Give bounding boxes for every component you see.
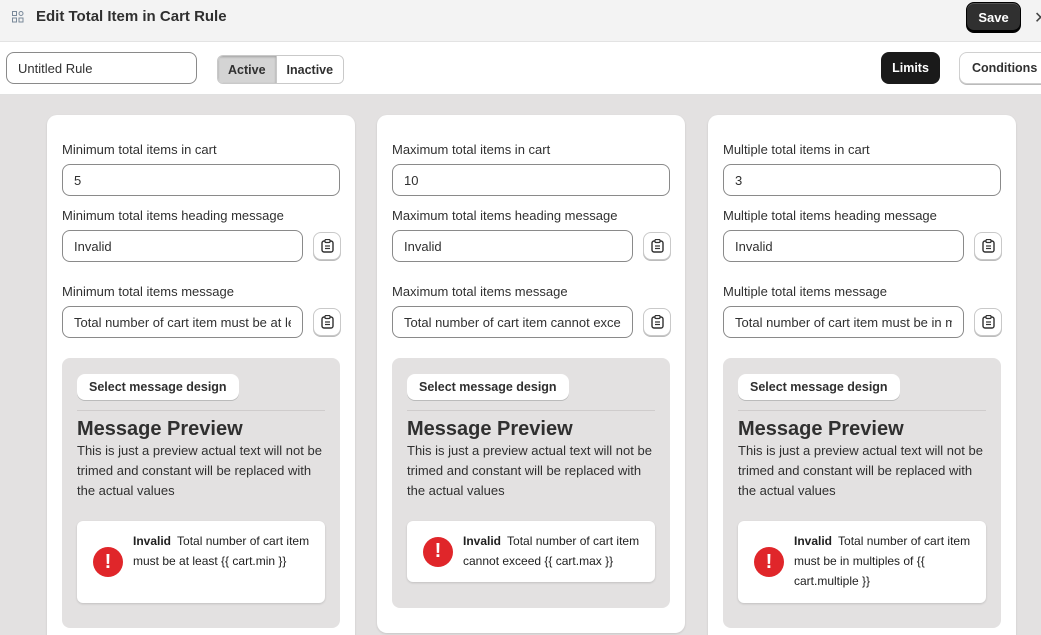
max-value-label: Maximum total items in cart <box>392 142 551 157</box>
error-circle-icon: ! <box>93 547 123 577</box>
message-preview-panel: Select message design Message Preview Th… <box>62 358 340 628</box>
top-bar: Edit Total Item in Cart Rule Save ✕ <box>0 0 1041 42</box>
multiple-heading-label: Multiple total items heading message <box>723 208 937 223</box>
max-message-label: Maximum total items message <box>392 284 568 299</box>
preview-message-box: ! Invalid Total number of cart item must … <box>738 521 986 603</box>
error-circle-icon: ! <box>423 536 453 567</box>
clipboard-icon <box>981 315 995 329</box>
max-heading-label: Maximum total items heading message <box>392 208 618 223</box>
clipboard-icon <box>981 239 995 253</box>
preview-message-heading: Invalid <box>794 534 833 548</box>
multiple-message-copy-button[interactable] <box>974 308 1002 336</box>
preview-title: Message Preview <box>738 418 904 440</box>
max-message-copy-button[interactable] <box>643 308 671 336</box>
save-button[interactable]: Save <box>966 2 1021 33</box>
message-preview-panel: Select message design Message Preview Th… <box>723 358 1001 628</box>
multiple-limit-card: Multiple total items in cart Multiple to… <box>708 115 1016 635</box>
preview-message-box: ! Invalid Total number of cart item must … <box>77 521 325 603</box>
min-heading-copy-button[interactable] <box>313 232 341 260</box>
max-value-input[interactable] <box>392 164 670 196</box>
clipboard-icon <box>650 239 664 253</box>
max-heading-input[interactable] <box>392 230 633 262</box>
clipboard-icon <box>320 239 334 253</box>
min-heading-label: Minimum total items heading message <box>62 208 284 223</box>
preview-message-heading: Invalid <box>463 534 502 548</box>
clipboard-icon <box>320 315 334 329</box>
preview-description: This is just a preview actual text will … <box>77 443 322 498</box>
rule-name-input[interactable] <box>6 52 197 84</box>
preview-description: This is just a preview actual text will … <box>738 443 983 498</box>
app-grid-icon <box>12 11 24 23</box>
divider <box>407 410 655 411</box>
status-active-button[interactable]: Active <box>218 56 276 83</box>
multiple-message-label: Multiple total items message <box>723 284 888 299</box>
divider <box>738 410 986 411</box>
multiple-heading-input[interactable] <box>723 230 964 262</box>
min-message-input[interactable] <box>62 306 303 338</box>
preview-title: Message Preview <box>77 418 243 440</box>
error-circle-icon: ! <box>754 547 784 577</box>
select-message-design-button[interactable]: Select message design <box>77 374 239 400</box>
status-toggle: Active Inactive <box>217 55 345 84</box>
preview-title: Message Preview <box>407 418 573 440</box>
min-message-label: Minimum total items message <box>62 284 234 299</box>
close-icon[interactable]: ✕ <box>1034 8 1041 28</box>
preview-message-text: Invalid Total number of cart item must be… <box>794 531 974 591</box>
maximum-limit-card: Maximum total items in cart Maximum tota… <box>377 115 685 633</box>
preview-message-heading: Invalid <box>133 534 172 548</box>
tab-limits[interactable]: Limits <box>881 52 940 84</box>
min-value-input[interactable] <box>62 164 340 196</box>
preview-message-text: Invalid Total number of cart item cannot … <box>463 531 643 571</box>
page-title: Edit Total Item in Cart Rule <box>36 8 227 25</box>
minimum-limit-card: Minimum total items in cart Minimum tota… <box>47 115 355 635</box>
min-heading-input[interactable] <box>62 230 303 262</box>
multiple-heading-copy-button[interactable] <box>974 232 1002 260</box>
tab-conditions[interactable]: Conditions <box>959 52 1041 84</box>
multiple-value-input[interactable] <box>723 164 1001 196</box>
min-message-copy-button[interactable] <box>313 308 341 336</box>
multiple-value-label: Multiple total items in cart <box>723 142 870 157</box>
min-value-label: Minimum total items in cart <box>62 142 217 157</box>
max-message-input[interactable] <box>392 306 633 338</box>
rule-toolbar: Active Inactive Limits Conditions <box>0 42 1041 95</box>
select-message-design-button[interactable]: Select message design <box>738 374 900 400</box>
clipboard-icon <box>650 315 664 329</box>
preview-message-box: ! Invalid Total number of cart item canno… <box>407 521 655 582</box>
preview-message-text: Invalid Total number of cart item must be… <box>133 531 313 571</box>
preview-description: This is just a preview actual text will … <box>407 443 652 498</box>
multiple-message-input[interactable] <box>723 306 964 338</box>
max-heading-copy-button[interactable] <box>643 232 671 260</box>
status-inactive-button[interactable]: Inactive <box>275 56 344 83</box>
message-preview-panel: Select message design Message Preview Th… <box>392 358 670 608</box>
divider <box>77 410 325 411</box>
select-message-design-button[interactable]: Select message design <box>407 374 569 400</box>
